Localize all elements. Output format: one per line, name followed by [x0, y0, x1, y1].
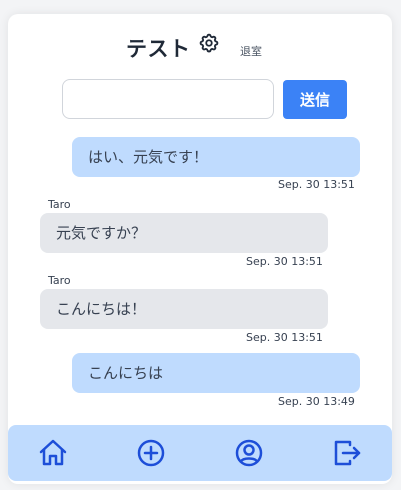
send-button[interactable]: 送信: [283, 80, 347, 119]
room-header: テスト 退室: [0, 30, 401, 64]
room-title: テスト: [126, 38, 191, 61]
message-bubble: こんにちは: [72, 353, 360, 393]
plus-circle-icon[interactable]: [135, 437, 167, 469]
home-icon[interactable]: [37, 437, 69, 469]
message-timestamp: Sep. 30 13:51: [246, 255, 323, 268]
message-bubble: 元気ですか？: [40, 213, 328, 253]
user-circle-icon[interactable]: [233, 437, 265, 469]
message-input[interactable]: [62, 79, 274, 119]
message-sender: Taro: [48, 274, 71, 287]
gear-icon[interactable]: [198, 32, 220, 54]
message-timestamp: Sep. 30 13:51: [278, 178, 355, 191]
message-bubble: はい、元気です！: [72, 137, 360, 177]
message-composer: 送信: [0, 79, 401, 121]
message-sender: Taro: [48, 198, 71, 211]
leave-room-link[interactable]: 退室: [240, 43, 262, 59]
bottom-nav: [8, 425, 392, 481]
message-timestamp: Sep. 30 13:51: [246, 331, 323, 344]
chat-app: テスト 退室 送信 はい、元気です！ Sep. 30 13:51 Taro 元気…: [0, 0, 401, 490]
logout-icon[interactable]: [331, 437, 363, 469]
message-bubble: こんにちは！: [40, 289, 328, 329]
message-timestamp: Sep. 30 13:49: [278, 395, 355, 408]
